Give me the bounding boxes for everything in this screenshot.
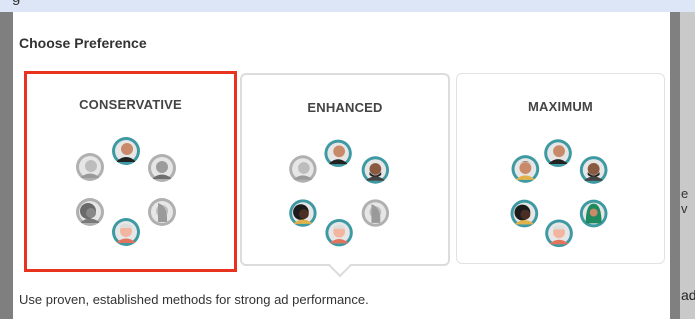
person-avatar-icon xyxy=(579,199,608,228)
avatar-group-maximum xyxy=(510,139,608,248)
background-overlay-right xyxy=(670,12,680,319)
person-avatar-icon xyxy=(289,155,317,183)
avatar-group-enhanced xyxy=(289,139,390,247)
person-avatar-icon xyxy=(76,153,104,181)
person-avatar-icon xyxy=(511,155,540,183)
person-avatar-icon xyxy=(361,156,390,184)
person-avatar-icon xyxy=(289,199,317,227)
person-avatar-icon xyxy=(324,139,352,168)
background-overlay-left xyxy=(0,12,13,319)
dialog-title: Choose Preference xyxy=(19,35,147,51)
option-card-maximum[interactable]: MAXIMUM xyxy=(456,73,665,264)
background-text-fragment: ad xyxy=(681,287,695,303)
option-description: Use proven, established methods for stro… xyxy=(19,292,369,307)
person-avatar-icon xyxy=(112,137,140,165)
person-avatar-icon xyxy=(579,156,608,184)
person-avatar-icon xyxy=(76,198,104,226)
person-avatar-icon xyxy=(148,198,176,226)
preference-dialog: Choose Preference ENHANCED MAXIMUM CONSE… xyxy=(13,12,670,319)
person-avatar-icon xyxy=(544,139,572,168)
person-avatar-icon xyxy=(325,218,353,247)
avatar-group-conservative xyxy=(76,137,176,246)
option-card-enhanced[interactable]: ENHANCED xyxy=(240,73,450,266)
option-card-conservative[interactable]: CONSERVATIVE xyxy=(24,71,237,272)
person-avatar-icon xyxy=(510,199,539,228)
background-top-strip: g xyxy=(0,0,695,12)
background-text-fragment: e v xyxy=(681,186,689,216)
person-avatar-icon xyxy=(361,199,390,227)
person-avatar-icon xyxy=(148,154,176,182)
person-avatar-icon xyxy=(112,218,140,246)
background-text: g xyxy=(12,0,20,6)
background-page-edge xyxy=(680,12,695,319)
person-avatar-icon xyxy=(545,219,573,248)
